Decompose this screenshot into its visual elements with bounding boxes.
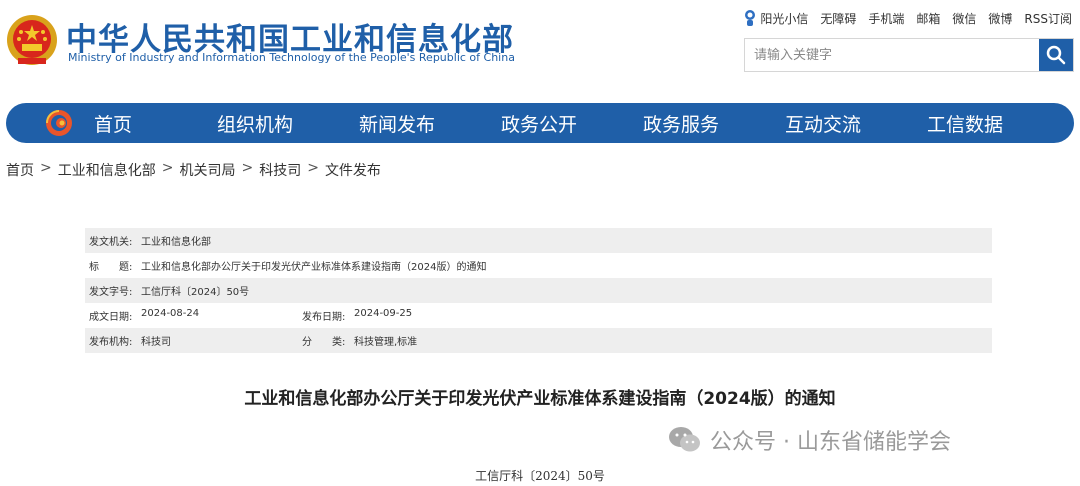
breadcrumb-item-documents[interactable]: 文件发布: [325, 160, 381, 180]
meta-row-org: 发布机构: 科技司 分 类: 科技管理,标准: [85, 328, 992, 353]
meta-row-dates: 成文日期: 2024-08-24 发布日期: 2024-09-25: [85, 303, 992, 328]
top-link-mail[interactable]: 邮箱: [916, 10, 940, 27]
wechat-icon: [669, 427, 700, 452]
mascot-icon: [745, 10, 756, 26]
national-emblem-icon[interactable]: [6, 12, 58, 68]
site-header: 中华人民共和国工业和信息化部 Ministry of Industry and …: [0, 0, 1080, 100]
site-name-english: Ministry of Industry and Information Tec…: [68, 51, 515, 64]
nav-item-public-affairs[interactable]: 政务公开: [468, 110, 610, 137]
meta-label: 发文字号:: [89, 287, 133, 298]
meta-title: 工业和信息化部办公厅关于印发光伏产业标准体系建设指南（2024版）的通知: [141, 262, 487, 273]
meta-category: 科技管理,标准: [354, 337, 418, 348]
search-icon: [1046, 45, 1066, 65]
breadcrumb-item-departments[interactable]: 机关司局: [179, 160, 235, 180]
top-links: 阳光小信 无障碍 手机端 邮箱 微信 微博 RSS订阅: [742, 9, 1072, 27]
meta-issuer: 工业和信息化部: [141, 237, 211, 248]
search-input[interactable]: [745, 39, 1039, 71]
top-link-label: 阳光小信: [760, 11, 809, 26]
meta-label: 成文日期:: [89, 312, 133, 323]
document-title: 工业和信息化部办公厅关于印发光伏产业标准体系建设指南（2024版）的通知: [244, 389, 836, 409]
meta-row-title: 标 题: 工业和信息化部办公厅关于印发光伏产业标准体系建设指南（2024版）的通…: [85, 253, 992, 278]
breadcrumb-item-science-dept[interactable]: 科技司: [259, 160, 301, 180]
meta-label: 标 题:: [89, 262, 133, 273]
nav-item-organization[interactable]: 组织机构: [184, 110, 326, 137]
breadcrumb-item-home[interactable]: 首页: [6, 160, 34, 180]
main-nav: 首页 组织机构 新闻发布 政务公开 政务服务 互动交流 工信数据: [6, 103, 1074, 143]
nav-items: 首页 组织机构 新闻发布 政务公开 政务服务 互动交流 工信数据: [94, 110, 1074, 137]
meta-org: 科技司: [141, 337, 171, 348]
document-meta-table: 发文机关: 工业和信息化部 标 题: 工业和信息化部办公厅关于印发光伏产业标准体…: [85, 228, 992, 353]
meta-label: 发布日期:: [302, 312, 346, 323]
breadcrumb-separator: >: [161, 160, 174, 176]
meta-published-date: 2024-09-25: [354, 308, 413, 319]
meta-label: 分 类:: [302, 337, 346, 348]
meta-row-issuer: 发文机关: 工业和信息化部: [85, 228, 992, 253]
nav-item-data[interactable]: 工信数据: [894, 110, 1036, 137]
breadcrumb: 首页 > 工业和信息化部 > 机关司局 > 科技司 > 文件发布: [6, 160, 381, 180]
top-link-wechat[interactable]: 微信: [952, 10, 976, 27]
meta-created-date: 2024-08-24: [141, 308, 200, 319]
breadcrumb-item-ministry[interactable]: 工业和信息化部: [58, 160, 156, 180]
search-button[interactable]: [1039, 39, 1073, 71]
breadcrumb-separator: >: [241, 160, 254, 176]
top-link-rss[interactable]: RSS订阅: [1024, 10, 1072, 27]
meta-row-doc-no: 发文字号: 工信厅科〔2024〕50号: [85, 278, 992, 303]
breadcrumb-separator: >: [307, 160, 319, 176]
watermark-text: 公众号 · 山东省储能学会: [710, 430, 951, 455]
nav-item-home[interactable]: 首页: [94, 110, 184, 137]
nav-item-services[interactable]: 政务服务: [610, 110, 752, 137]
watermark: 公众号 · 山东省储能学会: [668, 424, 951, 456]
nav-item-interaction[interactable]: 互动交流: [752, 110, 894, 137]
nav-item-news[interactable]: 新闻发布: [326, 110, 468, 137]
document-number: 工信厅科〔2024〕50号: [475, 469, 605, 483]
ministry-logo-icon[interactable]: [44, 108, 74, 138]
meta-doc-no: 工信厅科〔2024〕50号: [141, 287, 250, 298]
top-link-weibo[interactable]: 微博: [988, 10, 1012, 27]
top-link-mobile[interactable]: 手机端: [868, 10, 904, 27]
top-link-sunshine[interactable]: 阳光小信: [742, 9, 808, 27]
meta-label: 发文机关:: [89, 237, 133, 248]
search-box: [744, 38, 1074, 72]
breadcrumb-separator: >: [40, 160, 52, 176]
meta-label: 发布机构:: [89, 337, 133, 348]
top-link-accessibility[interactable]: 无障碍: [820, 10, 856, 27]
